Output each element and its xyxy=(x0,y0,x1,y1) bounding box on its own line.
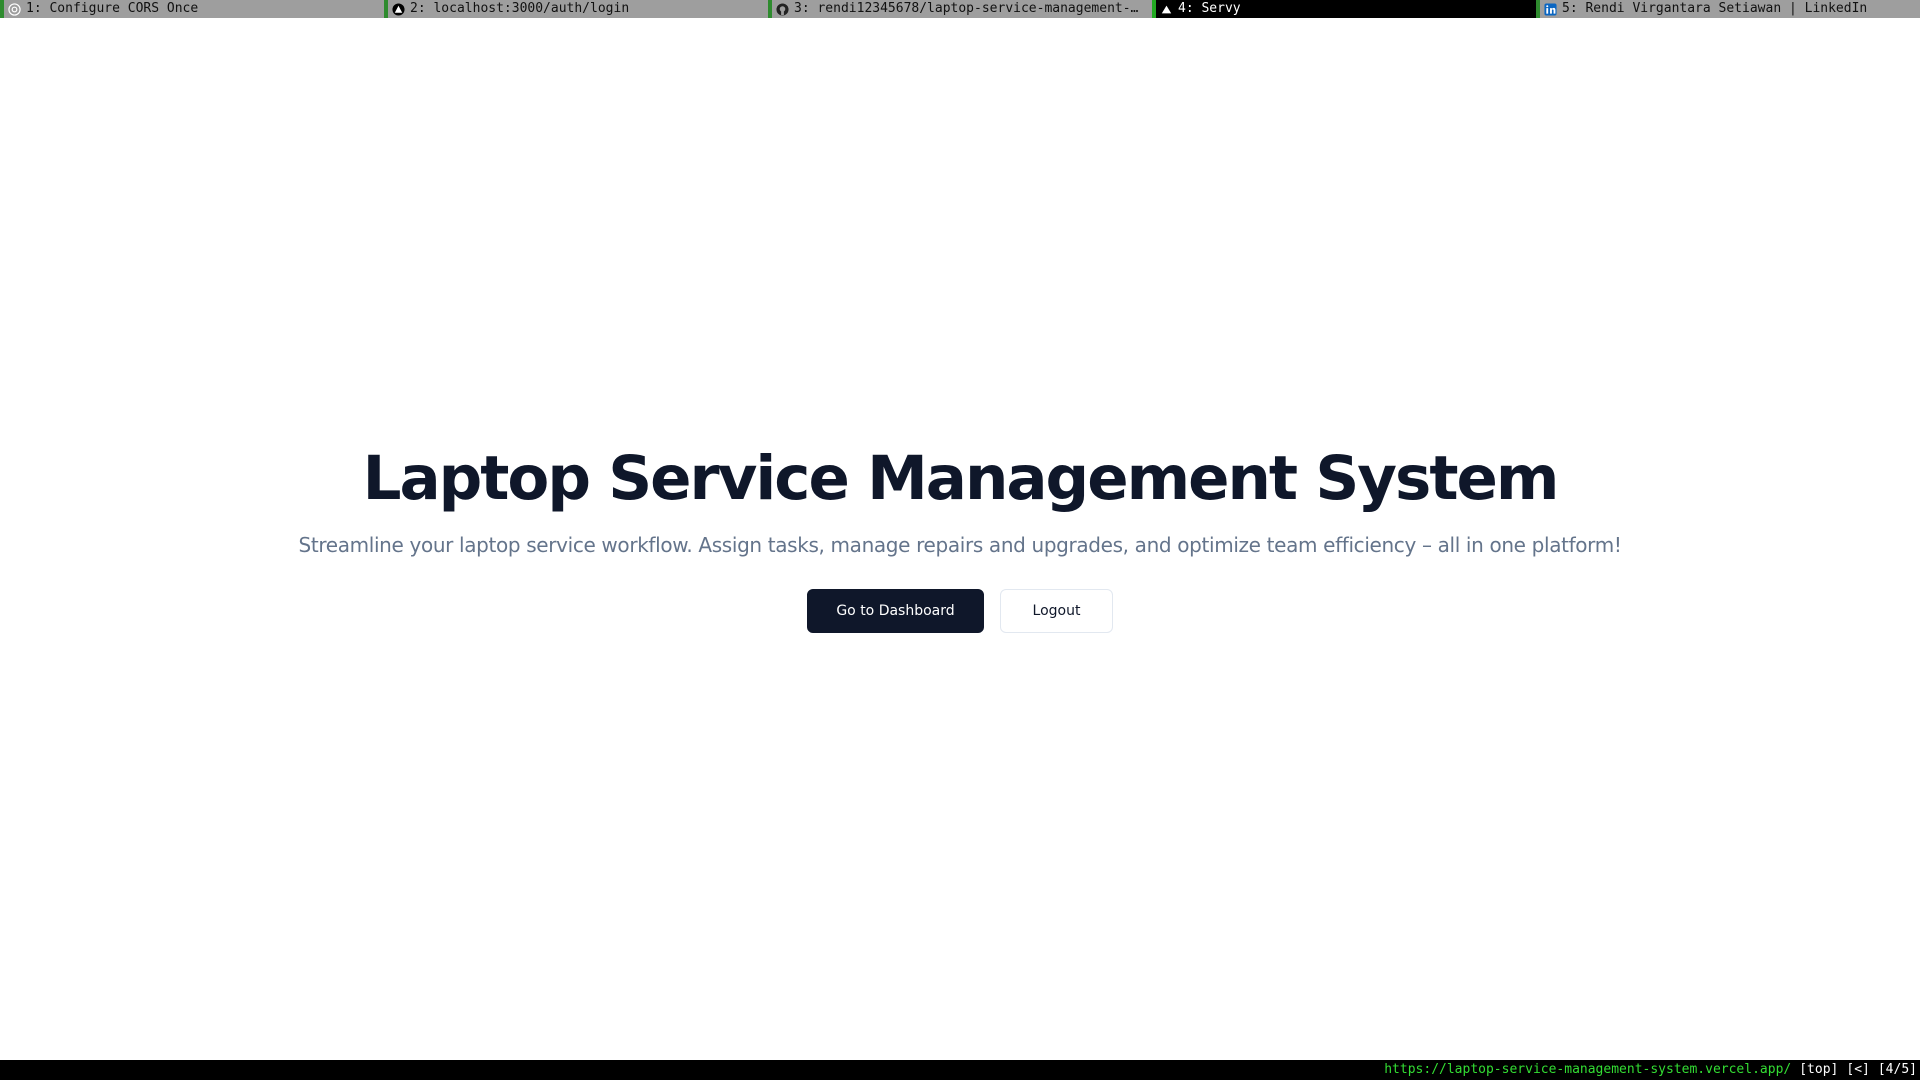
tab-index-indicator: [4/5] xyxy=(1877,1062,1917,1077)
tab-title: 4: Servy xyxy=(1178,1,1241,16)
browser-tab-bar: 1: Configure CORS Once 2: localhost:3000… xyxy=(0,0,1920,18)
go-to-dashboard-button[interactable]: Go to Dashboard xyxy=(807,589,984,633)
tab-title: 2: localhost:3000/auth/login xyxy=(410,1,630,16)
github-icon xyxy=(775,2,789,16)
linkedin-icon xyxy=(1543,2,1557,16)
nav-indicator: [<] xyxy=(1846,1062,1870,1077)
status-url: https://laptop-service-management-system… xyxy=(1384,1062,1792,1077)
tab-3[interactable]: 3: rendi12345678/laptop-service-manageme… xyxy=(768,0,1152,18)
page-subtitle: Streamline your laptop service workflow.… xyxy=(298,533,1622,557)
hero-actions: Go to Dashboard Logout xyxy=(0,589,1920,633)
page-content: Laptop Service Management System Streaml… xyxy=(0,18,1920,1060)
tab-title: 5: Rendi Virgantara Setiawan | LinkedIn xyxy=(1562,1,1868,16)
vercel-triangle-icon xyxy=(1159,2,1173,16)
tab-2[interactable]: 2: localhost:3000/auth/login xyxy=(384,0,768,18)
vercel-circle-icon xyxy=(391,2,405,16)
tab-title: 3: rendi12345678/laptop-service-manageme… xyxy=(794,1,1152,16)
tab-4[interactable]: 4: Servy xyxy=(1152,0,1536,18)
tab-1[interactable]: 1: Configure CORS Once xyxy=(0,0,384,18)
page-title: Laptop Service Management System xyxy=(362,443,1560,514)
tab-title: 1: Configure CORS Once xyxy=(26,1,199,16)
logout-button[interactable]: Logout xyxy=(1000,589,1113,633)
scroll-indicator: [top] xyxy=(1799,1062,1839,1077)
openai-icon xyxy=(7,2,21,16)
tab-5[interactable]: 5: Rendi Virgantara Setiawan | LinkedIn xyxy=(1536,0,1920,18)
browser-status-bar: https://laptop-service-management-system… xyxy=(0,1060,1920,1080)
